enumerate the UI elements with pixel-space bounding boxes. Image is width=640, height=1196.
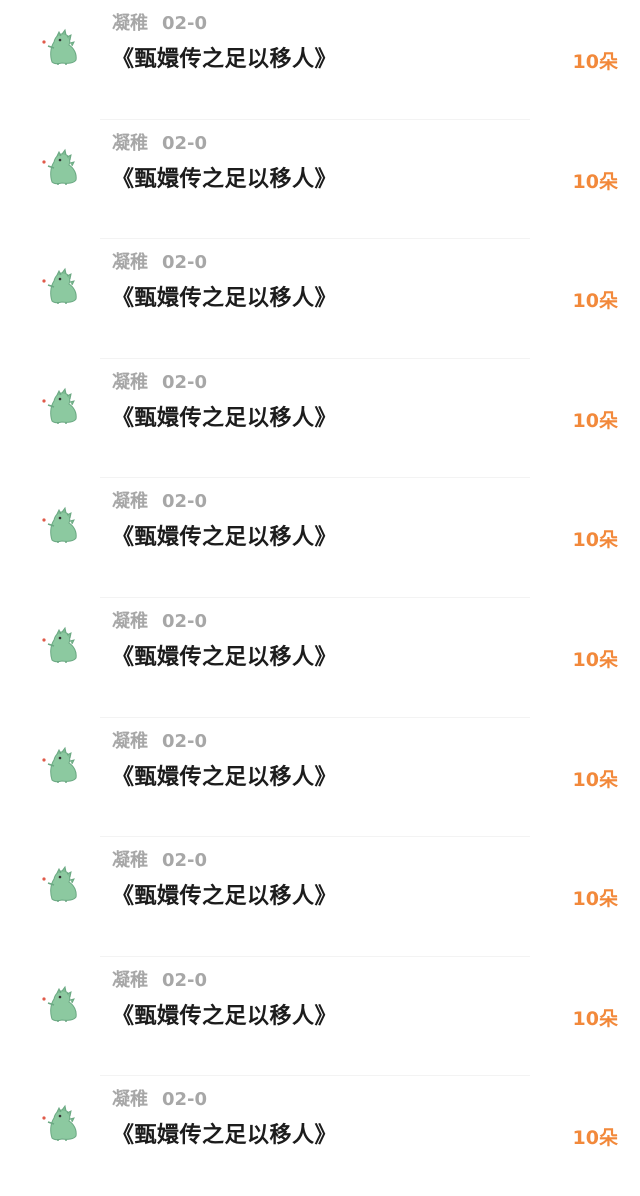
green-dinosaur-icon [42, 28, 77, 65]
item-meta: 凝稚 02-0 [112, 132, 207, 156]
item-date: 02-0 [162, 371, 208, 393]
item-meta: 凝稚 02-0 [112, 849, 207, 873]
username[interactable]: 凝稚 [112, 133, 148, 154]
item-meta: 凝稚 02-0 [112, 730, 207, 754]
green-dinosaur-icon [42, 626, 77, 663]
list-item[interactable]: 凝稚 02-0 《甄嬛传之足以移人》 10朵 [0, 478, 640, 598]
item-date: 02-0 [162, 850, 208, 872]
avatar[interactable] [38, 265, 80, 305]
gift-count: 10朵 [572, 290, 618, 313]
item-meta: 凝稚 02-0 [112, 371, 207, 395]
list-item[interactable]: 凝稚 02-0 《甄嬛传之足以移人》 10朵 [0, 120, 640, 240]
username[interactable]: 凝稚 [112, 611, 148, 632]
username[interactable]: 凝稚 [112, 13, 148, 34]
item-date: 02-0 [162, 610, 208, 632]
item-date: 02-0 [162, 252, 208, 274]
item-date: 02-0 [162, 13, 208, 34]
item-date: 02-0 [162, 1089, 208, 1111]
avatar[interactable] [38, 1102, 80, 1142]
work-title[interactable]: 《甄嬛传之足以移人》 [112, 403, 337, 435]
username[interactable]: 凝稚 [112, 491, 148, 512]
item-meta: 凝稚 02-0 [112, 969, 207, 993]
work-title[interactable]: 《甄嬛传之足以移人》 [112, 44, 337, 76]
avatar[interactable] [38, 26, 80, 66]
username[interactable]: 凝稚 [112, 731, 148, 752]
avatar[interactable] [38, 146, 80, 186]
work-title[interactable]: 《甄嬛传之足以移人》 [112, 283, 337, 315]
gift-count: 10朵 [572, 648, 618, 671]
green-dinosaur-icon [42, 865, 77, 903]
list-item[interactable]: 凝稚 02-0 《甄嬛传之足以移人》 10朵 [0, 1076, 640, 1196]
work-title[interactable]: 《甄嬛传之足以移人》 [112, 1120, 337, 1152]
green-dinosaur-icon [42, 746, 77, 783]
username[interactable]: 凝稚 [112, 970, 148, 991]
green-dinosaur-icon [42, 1105, 77, 1142]
username[interactable]: 凝稚 [112, 372, 148, 393]
list-item[interactable]: 凝稚 02-0 《甄嬛传之足以移人》 10朵 [0, 359, 640, 479]
avatar[interactable] [38, 624, 80, 664]
work-title[interactable]: 《甄嬛传之足以移人》 [112, 522, 337, 554]
green-dinosaur-icon [42, 507, 77, 544]
item-meta: 凝稚 02-0 [112, 251, 207, 275]
username[interactable]: 凝稚 [112, 1089, 148, 1110]
list-item[interactable]: 凝稚 02-0 《甄嬛传之足以移人》 10朵 [0, 598, 640, 718]
gift-count: 10朵 [572, 768, 618, 791]
list-item[interactable]: 凝稚 02-0 《甄嬛传之足以移人》 10朵 [0, 0, 640, 120]
item-meta: 凝稚 02-0 [112, 490, 207, 514]
avatar[interactable] [38, 744, 80, 784]
avatar[interactable] [38, 983, 80, 1023]
item-meta: 凝稚 02-0 [112, 12, 207, 36]
gift-count: 10朵 [572, 888, 618, 911]
list-item[interactable]: 凝稚 02-0 《甄嬛传之足以移人》 10朵 [0, 239, 640, 359]
gift-record-list: 凝稚 02-0 《甄嬛传之足以移人》 10朵 凝稚 02-0 《甄嬛传之足以移人》 … [0, 0, 640, 1196]
list-item[interactable]: 凝稚 02-0 《甄嬛传之足以移人》 10朵 [0, 957, 640, 1077]
username[interactable]: 凝稚 [112, 850, 148, 871]
username[interactable]: 凝稚 [112, 252, 148, 273]
green-dinosaur-icon [42, 267, 77, 305]
item-meta: 凝稚 02-0 [112, 1088, 207, 1112]
green-dinosaur-icon [42, 985, 77, 1022]
avatar[interactable] [38, 863, 80, 903]
work-title[interactable]: 《甄嬛传之足以移人》 [112, 762, 337, 794]
list-item[interactable]: 凝稚 02-0 《甄嬛传之足以移人》 10朵 [0, 837, 640, 957]
gift-count: 10朵 [572, 1127, 618, 1150]
work-title[interactable]: 《甄嬛传之足以移人》 [112, 642, 337, 674]
gift-count: 10朵 [572, 409, 618, 432]
gift-count: 10朵 [572, 170, 618, 193]
item-date: 02-0 [162, 730, 208, 752]
item-meta: 凝稚 02-0 [112, 610, 207, 634]
avatar[interactable] [38, 504, 80, 544]
gift-count: 10朵 [572, 1007, 618, 1030]
work-title[interactable]: 《甄嬛传之足以移人》 [112, 881, 337, 913]
avatar[interactable] [38, 385, 80, 425]
item-date: 02-0 [162, 969, 208, 991]
item-date: 02-0 [162, 132, 208, 154]
green-dinosaur-icon [42, 148, 77, 185]
gift-count: 10朵 [572, 529, 618, 552]
green-dinosaur-icon [42, 387, 77, 424]
item-date: 02-0 [162, 491, 208, 513]
gift-count: 10朵 [572, 51, 618, 73]
work-title[interactable]: 《甄嬛传之足以移人》 [112, 164, 337, 196]
work-title[interactable]: 《甄嬛传之足以移人》 [112, 1001, 337, 1033]
list-item[interactable]: 凝稚 02-0 《甄嬛传之足以移人》 10朵 [0, 718, 640, 838]
